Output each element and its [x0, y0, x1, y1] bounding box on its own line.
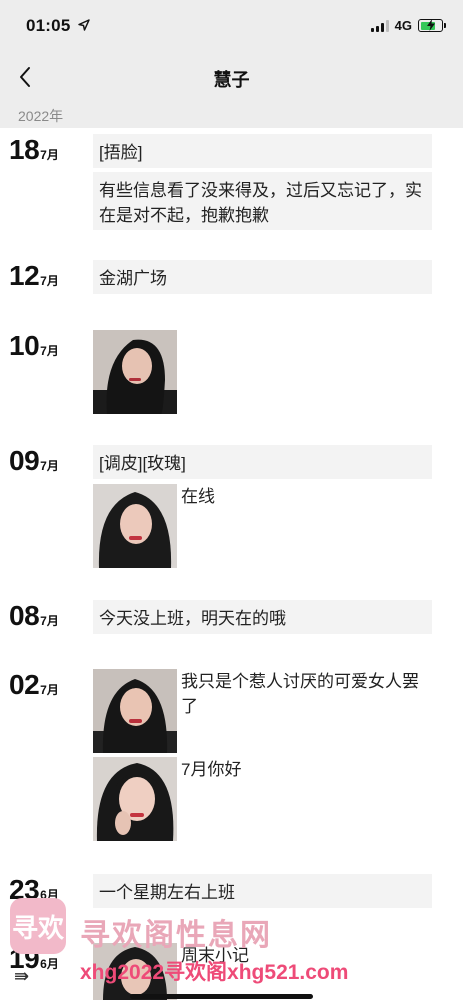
page-title: 慧子: [213, 70, 250, 90]
moment-text[interactable]: 今天没上班，明天在的哦: [93, 600, 432, 634]
date-month: 7月: [40, 274, 59, 288]
entry-date: 127月: [9, 260, 59, 292]
year-header: 2022年: [0, 102, 463, 128]
nav-bar: 慧子: [0, 52, 463, 102]
status-bar: 01:05 4G: [0, 0, 463, 52]
photo-thumbnail[interactable]: [93, 484, 177, 568]
date-day: 10: [9, 330, 40, 361]
date-day: 08: [9, 600, 40, 631]
entry-date: 097月: [9, 445, 59, 477]
photo-caption: 7月你好: [181, 760, 242, 779]
network-type: 4G: [394, 18, 412, 33]
entry-date: 107月: [9, 330, 59, 362]
entry-date: 187月: [9, 134, 59, 166]
date-month: 7月: [40, 614, 59, 628]
date-day: 19: [9, 943, 40, 974]
date-day: 09: [9, 445, 40, 476]
photo-thumbnail[interactable]: [93, 943, 177, 1000]
year-label: 2022年: [18, 108, 64, 124]
moment-text[interactable]: [调皮][玫瑰]: [93, 445, 432, 479]
entry-date: 087月: [9, 600, 59, 632]
date-day: 02: [9, 669, 40, 700]
moment-text[interactable]: 一个星期左右上班: [93, 874, 432, 908]
date-month: 7月: [40, 683, 59, 697]
date-day: 18: [9, 134, 40, 165]
date-day: 23: [9, 874, 40, 905]
date-month: 7月: [40, 344, 59, 358]
status-time: 01:05: [26, 16, 71, 35]
moment-text[interactable]: 有些信息看了没来得及，过后又忘记了，实在是对不起，抱歉抱歉: [93, 172, 432, 230]
photo-thumbnail[interactable]: [93, 669, 177, 753]
photo-thumbnail[interactable]: [93, 757, 177, 841]
photo-caption: 周末小记: [181, 946, 249, 965]
entry-date: 027月: [9, 669, 59, 701]
date-day: 12: [9, 260, 40, 291]
date-month: 6月: [40, 888, 59, 902]
signal-icon: [370, 19, 389, 32]
date-month: 6月: [40, 957, 59, 971]
date-month: 7月: [40, 459, 59, 473]
watermark-logo-text: 寻欢: [11, 912, 64, 943]
entry-date: 196月: [9, 943, 59, 975]
entry-date: 236月: [9, 874, 59, 906]
photo-caption: 我只是个惹人讨厌的可爱女人罢了: [181, 672, 419, 716]
moment-text[interactable]: [捂脸]: [93, 134, 432, 168]
battery-charging-icon: [418, 19, 446, 32]
photo-caption: 在线: [181, 487, 215, 506]
status-indicators: 4G: [370, 18, 446, 33]
location-arrow-icon: [78, 19, 90, 31]
date-month: 7月: [40, 148, 59, 162]
moment-text[interactable]: 金湖广场: [93, 260, 432, 294]
photo-thumbnail[interactable]: [93, 330, 177, 414]
